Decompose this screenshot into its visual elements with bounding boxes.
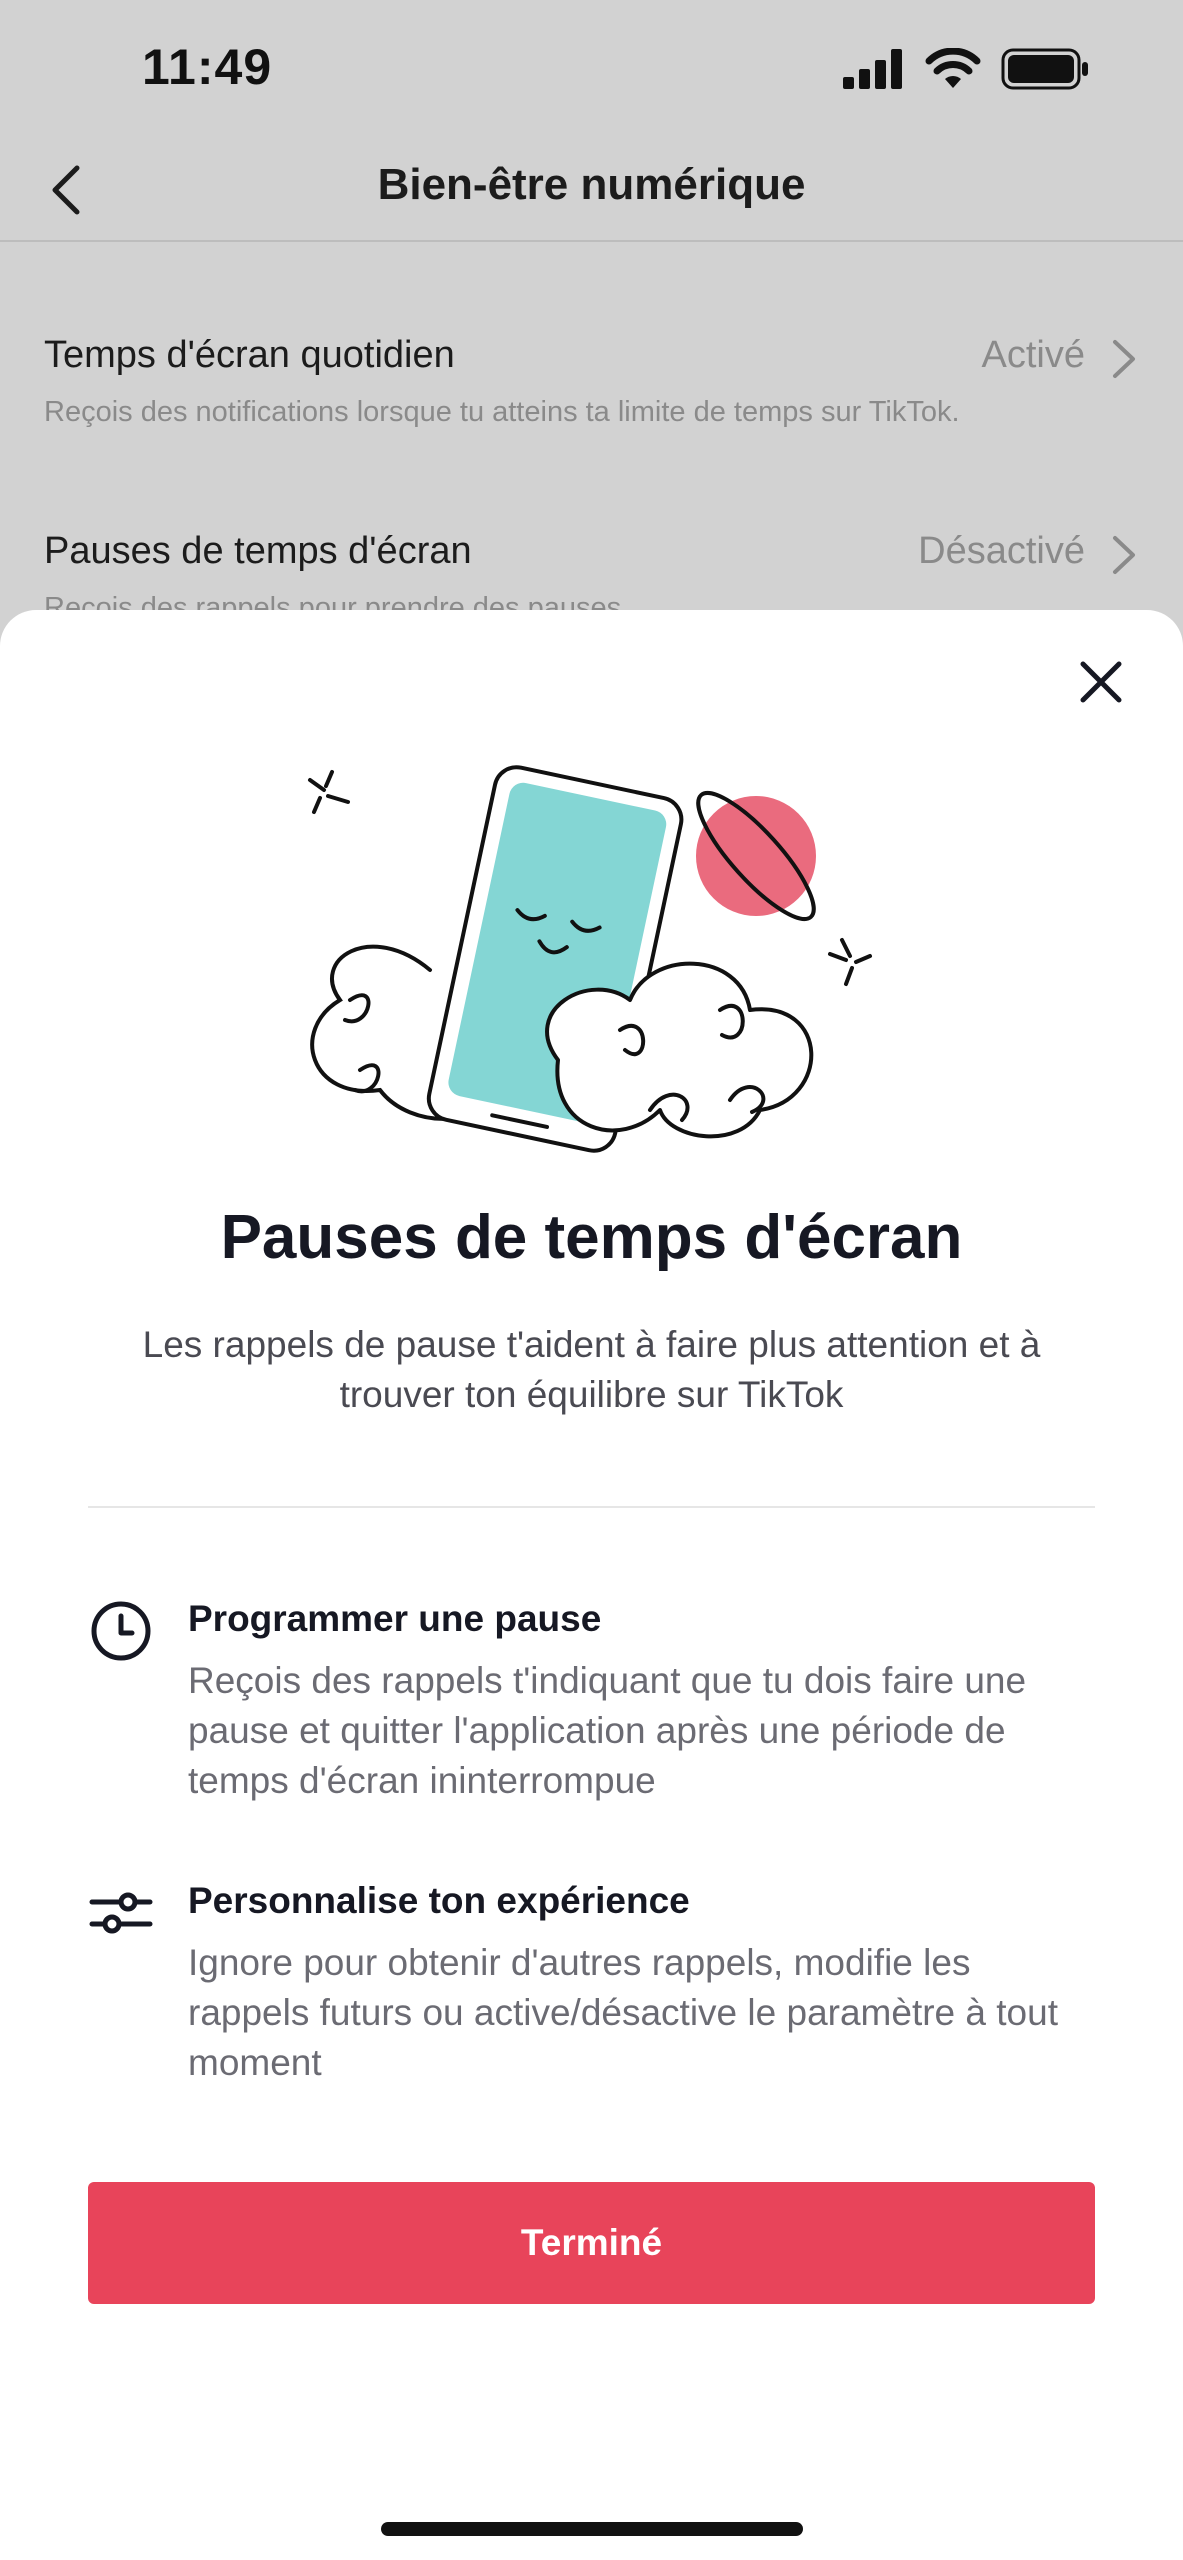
clock-icon [91, 1601, 151, 1661]
done-button[interactable]: Terminé [88, 2182, 1095, 2304]
chevron-right-icon [1113, 340, 1135, 378]
feature-title: Programmer une pause [188, 1598, 602, 1639]
sleeping-phone-illustration [308, 765, 872, 1153]
sheet-subtitle: Les rappels de pause t'aident à faire pl… [142, 1324, 1041, 1415]
chevron-right-icon [1113, 536, 1135, 574]
wifi-icon [925, 48, 981, 88]
feature-description: Ignore pour obtenir d'autres rappels, mo… [188, 1942, 1058, 2083]
setting-daily-screen-time[interactable]: Temps d'écran quotidien Activé Reçois de… [44, 334, 1139, 444]
sheet-title: Pauses de temps d'écran [220, 1203, 963, 1272]
feature-description: Reçois des rappels t'indiquant que tu do… [188, 1660, 1027, 1801]
sliders-icon [89, 1892, 153, 1934]
status-time: 11:49 [142, 39, 273, 95]
navigation-bar: Bien-être numérique [0, 140, 1183, 242]
battery-icon [1001, 48, 1088, 90]
close-button[interactable] [1069, 650, 1133, 714]
status-bar: 11:49 [0, 0, 1183, 140]
setting-status: Activé [981, 334, 1085, 376]
feature-schedule-break: Programmer une pause Reçois des rappels … [88, 1598, 1095, 1818]
setting-description: Reçois des notifications lorsque tu atte… [44, 396, 960, 428]
feature-personalize: Personnalise ton expérience Ignore pour … [88, 1880, 1095, 2100]
feature-title: Personnalise ton expérience [188, 1880, 690, 1921]
setting-title: Pauses de temps d'écran [44, 530, 472, 572]
divider [88, 1506, 1095, 1508]
setting-title: Temps d'écran quotidien [44, 334, 455, 376]
page-title: Bien-être numérique [377, 160, 806, 209]
cellular-signal-icon [843, 49, 902, 89]
close-icon [1080, 661, 1122, 703]
setting-status: Désactivé [918, 530, 1085, 572]
screen-time-breaks-sheet: Pauses de temps d'écran Les rappels de p… [0, 610, 1183, 2560]
home-indicator[interactable] [381, 2522, 803, 2536]
status-icons [843, 48, 1091, 90]
